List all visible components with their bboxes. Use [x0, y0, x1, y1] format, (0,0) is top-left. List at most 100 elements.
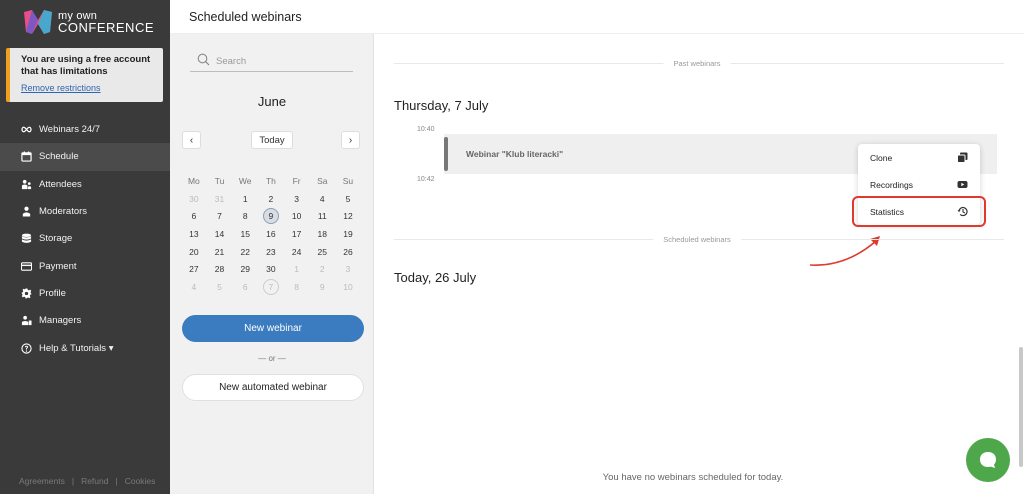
next-month-button[interactable]: › — [341, 131, 360, 149]
calendar-day[interactable]: 1 — [232, 194, 258, 204]
calendar-week: 27 28 29 30 1 2 3 — [181, 260, 361, 278]
calendar-day[interactable]: 19 — [335, 229, 361, 239]
calendar-day[interactable]: 31 — [207, 194, 233, 204]
calendar-day[interactable]: 7 — [207, 211, 233, 221]
today-button[interactable]: Today — [251, 131, 293, 149]
calendar-day[interactable]: 29 — [232, 264, 258, 274]
weekday-header: Mo Tu We Th Fr Sa Su — [181, 172, 361, 190]
sidebar-item-profile[interactable]: Profile — [0, 280, 170, 307]
annotation-arrow-icon — [809, 236, 880, 266]
calendar-grid: Mo Tu We Th Fr Sa Su 30 31 1 2 3 4 5 6 7… — [181, 172, 361, 296]
calendar-day[interactable]: 6 — [181, 211, 207, 221]
calendar-day[interactable]: 16 — [258, 229, 284, 239]
page-title: Scheduled webinars — [189, 10, 302, 24]
sidebar-item-webinars-247[interactable]: Webinars 24/7 — [0, 116, 170, 143]
calendar-day[interactable]: 3 — [284, 194, 310, 204]
chat-button[interactable] — [966, 438, 1010, 482]
logo-mark-icon — [24, 10, 52, 34]
calendar-day[interactable]: 27 — [181, 264, 207, 274]
new-webinar-button[interactable]: New webinar — [182, 315, 364, 342]
agreements-link[interactable]: Agreements — [19, 476, 65, 486]
calendar-day[interactable]: 4 — [181, 282, 207, 292]
sidebar-item-schedule[interactable]: Schedule — [0, 143, 170, 171]
weekday-label: Sa — [317, 175, 328, 186]
remove-restrictions-link[interactable]: Remove restrictions — [21, 83, 163, 93]
past-date-heading: Thursday, 7 July — [394, 98, 489, 113]
time-start: 10:40 — [417, 126, 435, 133]
moderator-icon — [20, 206, 32, 218]
calendar-day[interactable]: 26 — [335, 247, 361, 257]
calendar-week: 13 14 15 16 17 18 19 — [181, 225, 361, 243]
calendar-day[interactable]: 22 — [232, 247, 258, 257]
calendar-day[interactable]: 4 — [309, 194, 335, 204]
menu-item-clone[interactable]: Clone — [858, 144, 980, 171]
calendar-day[interactable]: 5 — [207, 282, 233, 292]
today-date-heading: Today, 26 July — [394, 270, 477, 285]
calendar-day[interactable]: 3 — [335, 264, 361, 274]
calendar-week: 6 7 8 9 10 11 12 — [181, 207, 361, 225]
infinity-icon — [20, 124, 32, 136]
calendar-day[interactable]: 17 — [284, 229, 310, 239]
calendar-day[interactable]: 6 — [232, 282, 258, 292]
calendar-day[interactable]: 15 — [232, 229, 258, 239]
menu-item-recordings[interactable]: Recordings — [858, 171, 980, 198]
calendar-day[interactable]: 30 — [258, 264, 284, 274]
calendar-day[interactable]: 10 — [284, 211, 310, 221]
webinar-title: Webinar "Klub literacki" — [466, 149, 564, 159]
sidebar-item-payment[interactable]: Payment — [0, 252, 170, 279]
past-webinars-label: Past webinars — [663, 59, 731, 68]
today-marker: 7 — [262, 278, 279, 295]
empty-schedule-message: You have no webinars scheduled for today… — [602, 472, 784, 483]
calendar-day[interactable]: 10 — [335, 282, 361, 292]
calendar-day[interactable]: 30 — [181, 194, 207, 204]
selected-day-marker: 9 — [262, 208, 279, 225]
time-end: 10:42 — [417, 176, 435, 183]
sidebar-item-help[interactable]: Help & Tutorials ▾ — [0, 334, 170, 361]
calendar-day[interactable]: 9 — [309, 282, 335, 292]
calendar-day[interactable]: 18 — [309, 229, 335, 239]
cookies-link[interactable]: Cookies — [125, 476, 156, 486]
new-automated-webinar-button[interactable]: New automated webinar — [182, 374, 364, 401]
calendar-day[interactable]: 12 — [335, 211, 361, 221]
prev-month-button[interactable]: ‹ — [182, 131, 201, 149]
search-icon — [197, 53, 210, 66]
sidebar-item-attendees[interactable]: Attendees — [0, 171, 170, 198]
calendar-day[interactable]: 2 — [309, 264, 335, 274]
calendar-week: 20 21 22 23 24 25 26 — [181, 243, 361, 261]
calendar-day[interactable]: 23 — [258, 247, 284, 257]
sidebar-item-label: Schedule — [39, 151, 79, 163]
weekday-label: We — [238, 175, 252, 186]
calendar-day-selected[interactable]: 9 — [258, 208, 284, 225]
calendar-day[interactable]: 5 — [335, 194, 361, 204]
sidebar-item-label: Attendees — [39, 178, 82, 190]
footer-separator: | — [71, 476, 75, 486]
refund-link[interactable]: Refund — [81, 476, 108, 486]
sidebar-item-moderators[interactable]: Moderators — [0, 198, 170, 225]
scrollbar[interactable] — [1019, 347, 1023, 467]
calendar-day[interactable]: 11 — [309, 211, 335, 221]
search-input[interactable] — [216, 53, 346, 69]
calendar-day-today[interactable]: 7 — [258, 278, 284, 295]
calendar-day[interactable]: 14 — [207, 229, 233, 239]
logo[interactable]: my own CONFERENCE — [22, 8, 162, 36]
footer-separator: | — [115, 476, 118, 486]
managers-icon — [20, 315, 32, 327]
sidebar-item-storage[interactable]: Storage — [0, 225, 170, 252]
scheduled-webinars-label: Scheduled webinars — [653, 235, 741, 244]
weekday-label: Su — [342, 175, 354, 186]
sidebar-item-managers[interactable]: Managers — [0, 307, 170, 334]
calendar-day[interactable]: 25 — [309, 247, 335, 257]
calendar-day[interactable]: 2 — [258, 194, 284, 204]
calendar-day[interactable]: 8 — [232, 211, 258, 221]
calendar-day[interactable]: 20 — [181, 247, 207, 257]
calendar-day[interactable]: 24 — [284, 247, 310, 257]
calendar-day[interactable]: 28 — [207, 264, 233, 274]
calendar-day[interactable]: 21 — [207, 247, 233, 257]
calendar-day[interactable]: 1 — [284, 264, 310, 274]
calendar-day[interactable]: 8 — [284, 282, 310, 292]
sidebar: my own CONFERENCE You are using a free a… — [0, 0, 170, 494]
weekday-label: Mo — [187, 175, 200, 186]
calendar-day[interactable]: 13 — [181, 229, 207, 239]
notice-text: You are using a free account that has li… — [21, 54, 151, 77]
past-webinars-divider: Past webinars — [394, 59, 1004, 68]
